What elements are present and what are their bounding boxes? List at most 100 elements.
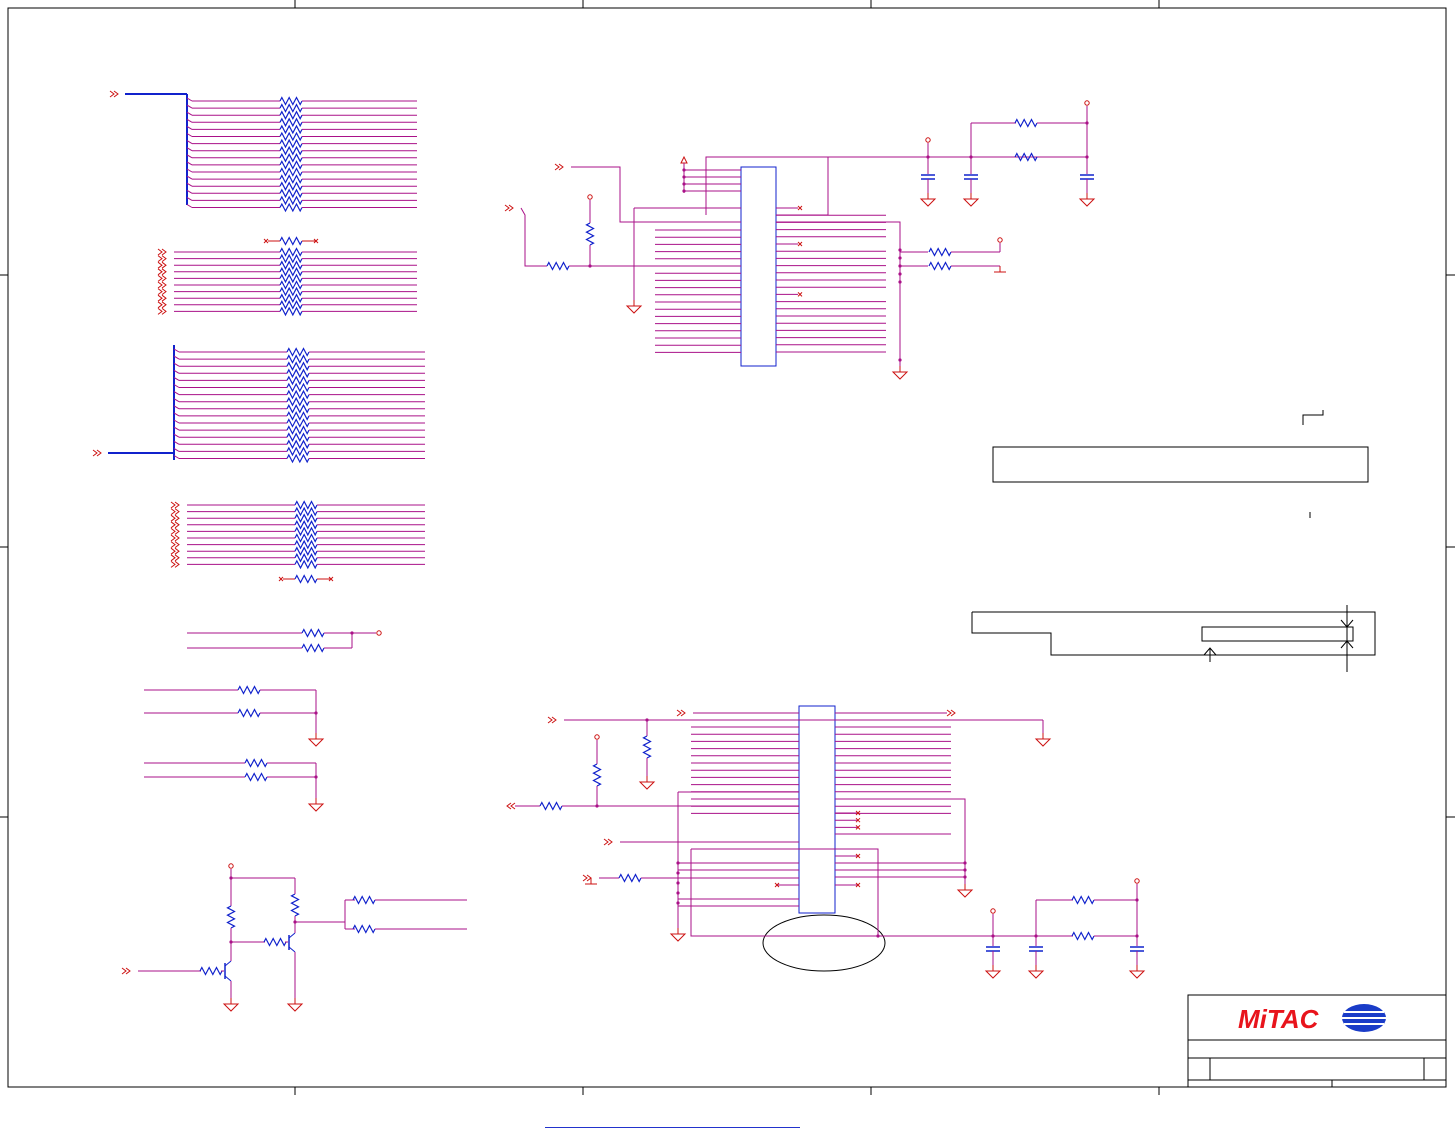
chevron: [157, 248, 163, 256]
power-rail-icon: [925, 137, 931, 143]
offpage-connector-icon: [157, 255, 167, 263]
offpage-connector-icon: [157, 281, 167, 289]
ground-symbol-icon: [962, 193, 980, 207]
resistor-icon: [279, 188, 303, 199]
resistor-array-b: [157, 236, 417, 317]
resistor-icon: [286, 432, 310, 442]
resistor-icon: [294, 559, 318, 570]
connector-body: [740, 166, 777, 367]
ground-triangle: [307, 738, 325, 747]
resistor-icon: [301, 628, 325, 638]
ground-symbol-icon: [984, 965, 1002, 979]
chevron: [170, 521, 176, 529]
resistor-icon: [279, 153, 303, 163]
junction-dot: [682, 175, 686, 179]
power-rail-icon: [376, 630, 382, 636]
resistor-icon: [279, 103, 303, 113]
junction-dot: [676, 891, 680, 895]
chevron: [157, 281, 163, 289]
resistor-icon: [290, 893, 300, 917]
power-rail-icon: [1134, 878, 1140, 884]
mechanical-outline-bottom: [971, 605, 1376, 672]
offpage-connector-icon: [170, 528, 180, 535]
junction-dot: [991, 934, 995, 938]
ground-triangle: [956, 889, 974, 898]
resistor-icon: [226, 905, 236, 929]
resistor-icon: [286, 446, 310, 457]
resistor-icon: [294, 539, 318, 550]
net-wire: [571, 166, 741, 223]
resistor-icon: [294, 574, 318, 584]
offpage-connector-icon: [157, 307, 167, 315]
junction-dot: [682, 182, 686, 186]
resistor-array-c: [92, 345, 425, 464]
chevron: [157, 307, 163, 315]
chevron: [121, 967, 127, 975]
junction-dot: [898, 358, 902, 362]
junction-dot: [229, 940, 233, 944]
junction-dot: [314, 775, 318, 779]
ground-triangle: [1027, 970, 1045, 979]
resistor-icon: [286, 375, 310, 386]
ground-symbol-icon: [669, 928, 687, 942]
offpage-connector-icon: [170, 547, 180, 555]
resistor-icon: [352, 924, 376, 934]
resistor-icon: [286, 425, 310, 435]
chevron: [157, 288, 163, 296]
resistor-icon: [286, 347, 310, 357]
capacitor-icon: [921, 174, 935, 180]
power-rail-icon: [228, 863, 234, 869]
resistor-icon: [286, 354, 310, 364]
chevron: [170, 534, 176, 542]
ground-symbol-icon: [307, 798, 325, 812]
resistor-icon: [1071, 931, 1095, 941]
resistor-icon: [1014, 118, 1038, 128]
resistor-icon: [279, 260, 303, 270]
ground-triangle: [1078, 198, 1096, 207]
junction-dot: [1135, 898, 1139, 902]
npn-transistor-icon: [224, 960, 232, 982]
footer-link-underline[interactable]: [545, 1127, 800, 1128]
chevron: [510, 802, 516, 810]
resistor-icon: [279, 167, 303, 177]
junction-dot: [314, 711, 318, 715]
junction-dot: [963, 868, 967, 872]
ground-symbol-icon: [1128, 965, 1146, 979]
resistor-icon: [642, 735, 652, 759]
net-wire: [835, 798, 966, 884]
resistor-icon: [928, 261, 952, 271]
resistor-icon: [279, 202, 303, 213]
offpage-connector-icon: [946, 709, 956, 717]
offpage-connector-icon: [170, 541, 180, 548]
no-connect-icon: [797, 205, 803, 211]
resistor-icon: [279, 124, 303, 135]
resistor-icon: [1071, 895, 1095, 905]
power-arrow-icon: [680, 155, 688, 164]
offpage-connector-icon: [157, 301, 167, 309]
chevron: [157, 268, 163, 276]
resistor-icon: [279, 96, 303, 106]
resistor-icon: [294, 500, 318, 510]
junction-dot: [1135, 934, 1139, 938]
ground-symbol-icon: [994, 266, 1006, 273]
capacitor-icon: [1130, 946, 1144, 952]
resistor-icon: [592, 763, 602, 787]
junction-dot: [1085, 155, 1089, 159]
ground-triangle: [962, 198, 980, 207]
resistor-icon: [286, 418, 310, 428]
resistor-icon: [294, 533, 318, 543]
ground-symbol-icon: [1027, 965, 1045, 979]
resistor-icon: [546, 261, 570, 271]
schematic-sheet: MiTAC: [0, 0, 1455, 1095]
ground-triangle: [919, 198, 937, 207]
ground-triangle: [1034, 738, 1052, 747]
resistor-icon: [352, 895, 376, 905]
junction-dot: [682, 189, 686, 193]
resistor-icon: [294, 553, 318, 563]
ground-symbol-icon: [1034, 733, 1052, 747]
resistor-icon: [279, 110, 303, 120]
offpage-connector-icon: [170, 514, 180, 522]
resistor-icon: [279, 181, 303, 191]
resistor-icon: [279, 138, 303, 149]
offpage-connector-icon: [170, 554, 180, 562]
